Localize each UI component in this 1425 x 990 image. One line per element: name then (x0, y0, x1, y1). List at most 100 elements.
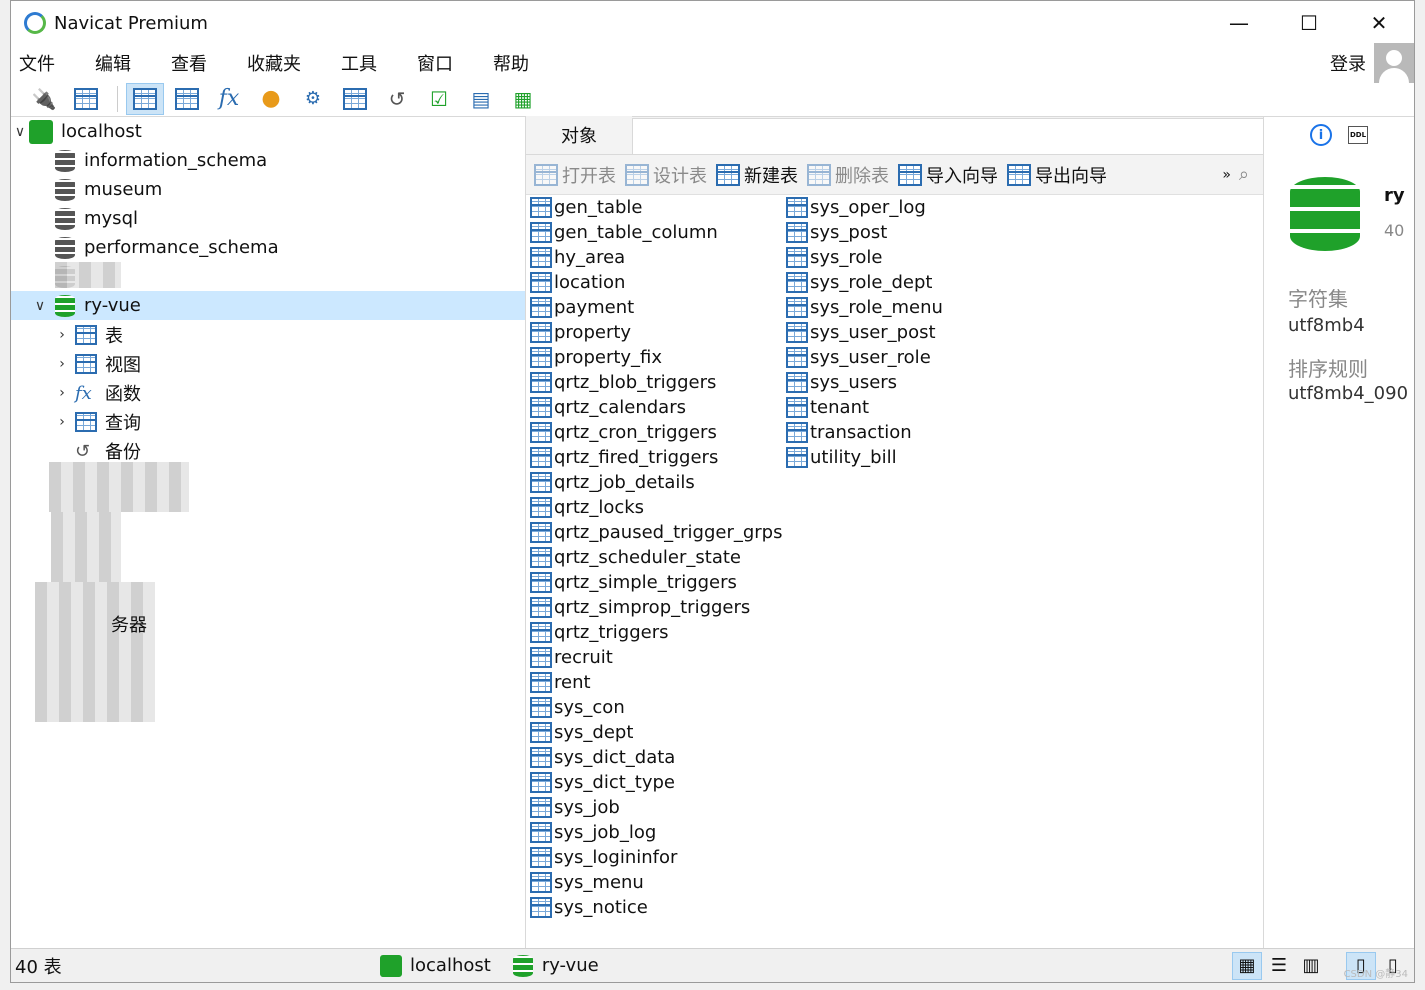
tools-button[interactable]: ⚙ (294, 83, 332, 115)
table-row[interactable]: sys_user_role (786, 345, 943, 370)
search-icon[interactable]: ⌕ (1239, 164, 1249, 185)
tree-db-information-schema[interactable]: information_schema (11, 146, 525, 175)
table-row[interactable]: transaction (786, 420, 943, 445)
table-row[interactable]: sys_role_menu (786, 295, 943, 320)
delete-table-button[interactable]: 删除表 (807, 162, 889, 188)
tree-connection-localhost[interactable]: ∨ localhost (11, 117, 525, 146)
table-row[interactable]: qrtz_fired_triggers (530, 445, 783, 470)
table-row[interactable]: qrtz_calendars (530, 395, 783, 420)
schedule-button[interactable]: ☑ (420, 83, 458, 115)
menu-window[interactable]: 窗口 (417, 50, 453, 76)
table-row[interactable]: gen_table (530, 195, 783, 220)
table-row[interactable]: utility_bill (786, 445, 943, 470)
tree-item-views[interactable]: › 视图 (11, 349, 525, 378)
table-row[interactable]: sys_role_dept (786, 270, 943, 295)
table-row[interactable]: sys_job_log (530, 820, 783, 845)
table-row[interactable]: qrtz_triggers (530, 620, 783, 645)
chevron-right-icon[interactable]: › (53, 414, 71, 430)
chevron-down-icon[interactable]: ∨ (11, 124, 29, 140)
grid-view-button[interactable]: ▦ (1232, 951, 1262, 980)
table-row[interactable]: qrtz_locks (530, 495, 783, 520)
more-button[interactable]: » (1222, 167, 1231, 183)
tree-item-queries[interactable]: › 查询 (11, 407, 525, 436)
user-button[interactable]: ● (252, 83, 290, 115)
table-row[interactable]: sys_notice (530, 895, 783, 920)
menu-favorites[interactable]: 收藏夹 (247, 50, 301, 76)
table-row[interactable]: location (530, 270, 783, 295)
import-wizard-button[interactable]: 导入向导 (898, 162, 998, 188)
table-row[interactable]: sys_con (530, 695, 783, 720)
table-button[interactable] (126, 82, 164, 115)
info-icon[interactable]: i (1310, 124, 1332, 146)
design-table-button[interactable]: 设计表 (625, 162, 707, 188)
new-query-button[interactable] (67, 83, 105, 115)
table-row[interactable]: qrtz_cron_triggers (530, 420, 783, 445)
table-row[interactable]: sys_job (530, 795, 783, 820)
table-row[interactable]: qrtz_simple_triggers (530, 570, 783, 595)
table-row[interactable]: gen_table_column (530, 220, 783, 245)
login-button[interactable]: 登录 (1330, 50, 1366, 76)
table-row[interactable]: property_fix (530, 345, 783, 370)
tab-objects[interactable]: 对象 (526, 116, 632, 154)
database-icon (1290, 177, 1360, 251)
table-row[interactable]: rent (530, 670, 783, 695)
menu-help[interactable]: 帮助 (493, 50, 529, 76)
new-table-button[interactable]: 新建表 (716, 162, 798, 188)
table-row[interactable]: sys_dict_data (530, 745, 783, 770)
connection-button[interactable]: 🔌 (25, 83, 63, 115)
tree-db-ry-vue[interactable]: ∨ ry-vue (11, 291, 525, 320)
query-button[interactable] (336, 83, 374, 115)
tree-db-museum[interactable]: museum (11, 175, 525, 204)
table-row[interactable]: sys_post (786, 220, 943, 245)
table-row[interactable]: sys_user_post (786, 320, 943, 345)
backup-button[interactable]: ↺ (378, 83, 416, 115)
table-row[interactable]: sys_dept (530, 720, 783, 745)
table-name: sys_oper_log (810, 197, 926, 218)
tree-item-tables[interactable]: › 表 (11, 320, 525, 349)
table-row[interactable]: sys_menu (530, 870, 783, 895)
list-view-button[interactable]: ☰ (1264, 952, 1294, 980)
tree-item-functions[interactable]: › fx 函数 (11, 378, 525, 407)
table-row[interactable]: hy_area (530, 245, 783, 270)
main-toolbar: 🔌 fx ● ⚙ ↺ ☑ ▤ ▦ (11, 81, 1414, 117)
table-row[interactable]: tenant (786, 395, 943, 420)
table-row[interactable]: qrtz_blob_triggers (530, 370, 783, 395)
table-name: sys_dict_type (554, 772, 675, 793)
close-button[interactable]: ✕ (1344, 1, 1414, 45)
table-row[interactable]: qrtz_job_details (530, 470, 783, 495)
tree-db-performance-schema[interactable]: performance_schema (11, 233, 525, 262)
chevron-right-icon[interactable]: › (53, 327, 71, 343)
minimize-button[interactable]: — (1204, 1, 1274, 45)
chevron-down-icon[interactable]: ∨ (31, 298, 49, 314)
menu-view[interactable]: 查看 (171, 50, 207, 76)
ddl-icon[interactable]: DDL (1348, 126, 1368, 144)
function-button[interactable]: fx (210, 83, 248, 115)
table-row[interactable]: qrtz_paused_trigger_grps (530, 520, 783, 545)
menu-file[interactable]: 文件 (19, 50, 55, 76)
table-row[interactable]: payment (530, 295, 783, 320)
tree-db-mysql[interactable]: mysql (11, 204, 525, 233)
table-row[interactable]: property (530, 320, 783, 345)
menu-edit[interactable]: 编辑 (95, 50, 131, 76)
model-button[interactable]: ▤ (462, 83, 500, 115)
open-table-button[interactable]: 打开表 (534, 162, 616, 188)
table-row[interactable]: sys_dict_type (530, 770, 783, 795)
chevron-right-icon[interactable]: › (53, 385, 71, 401)
table-row[interactable]: qrtz_simprop_triggers (530, 595, 783, 620)
detail-view-button[interactable]: ▥ (1296, 952, 1326, 980)
table-row[interactable]: sys_role (786, 245, 943, 270)
table-row[interactable]: sys_oper_log (786, 195, 943, 220)
menu-tools[interactable]: 工具 (341, 50, 377, 76)
table-row[interactable]: qrtz_scheduler_state (530, 545, 783, 570)
table-row[interactable]: sys_users (786, 370, 943, 395)
table-row[interactable]: sys_logininfor (530, 845, 783, 870)
view-button[interactable] (168, 83, 206, 115)
title-bar[interactable]: Navicat Premium — ☐ ✕ (11, 1, 1414, 45)
avatar[interactable] (1374, 43, 1414, 83)
chart-button[interactable]: ▦ (504, 83, 542, 115)
chevron-right-icon[interactable]: › (53, 356, 71, 372)
export-wizard-button[interactable]: 导出向导 (1007, 162, 1107, 188)
tree-item-backups[interactable]: ↺ 备份 (11, 436, 525, 465)
table-row[interactable]: recruit (530, 645, 783, 670)
maximize-button[interactable]: ☐ (1274, 1, 1344, 45)
